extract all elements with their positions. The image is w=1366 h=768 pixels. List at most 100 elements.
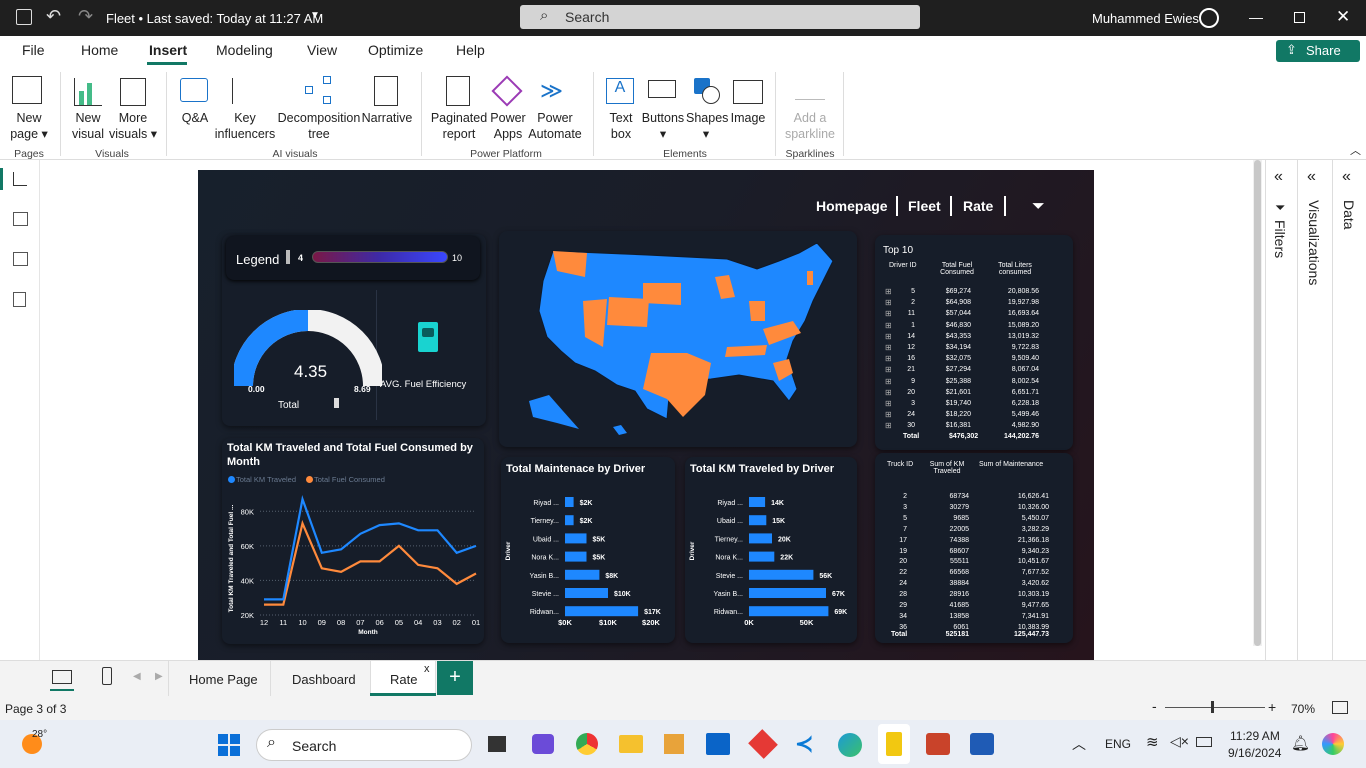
close-tab-icon[interactable]: x <box>424 663 430 675</box>
expand-row-icon[interactable]: ⊞ <box>885 377 892 386</box>
expand-filters-icon[interactable]: « <box>1274 168 1283 186</box>
table-row[interactable]: 28 28916 10,303.19 <box>875 591 1073 602</box>
tab-dashboard[interactable]: Dashboard <box>270 661 370 697</box>
expand-row-icon[interactable]: ⊞ <box>885 421 892 430</box>
restore-icon[interactable] <box>1294 12 1305 23</box>
table-row[interactable]: 7 22005 3,282.29 <box>875 526 1073 537</box>
table-row[interactable]: 24 38884 3,420.62 <box>875 580 1073 591</box>
expand-row-icon[interactable]: ⊞ <box>885 332 892 341</box>
zoom-slider[interactable] <box>1165 707 1265 708</box>
copilot-icon[interactable] <box>1322 733 1344 755</box>
table-view-icon[interactable] <box>13 212 28 226</box>
expand-row-icon[interactable]: ⊞ <box>885 343 892 352</box>
menu-optimize[interactable]: Optimize <box>368 42 423 58</box>
volume-icon[interactable]: ◁× <box>1170 733 1189 750</box>
word-icon[interactable] <box>970 733 994 755</box>
table-row[interactable]: 9 $25,388 8,002.54 ⊞ <box>875 377 1073 389</box>
search-box[interactable]: ⌕ Search <box>520 5 920 29</box>
fit-to-page-icon[interactable] <box>1332 701 1348 714</box>
notification-icon[interactable]: 🔔︎ <box>1291 734 1310 752</box>
narrative-button[interactable]: Narrative <box>360 110 414 126</box>
new-page-button[interactable]: New page ▾ <box>8 110 50 142</box>
maintenance-chart-card[interactable]: Total Maintenace by Driver Riyad ... $2K T… <box>501 457 675 643</box>
menu-insert[interactable]: Insert <box>149 42 187 58</box>
nav-fleet[interactable]: Fleet <box>908 198 941 214</box>
expand-data-icon[interactable]: « <box>1342 168 1351 186</box>
file-explorer-icon[interactable] <box>619 735 643 753</box>
zoom-slider-thumb[interactable] <box>1211 701 1214 713</box>
power-automate-button[interactable]: Power Automate <box>528 110 582 142</box>
chevron-down-icon[interactable]: ▼ <box>310 10 320 21</box>
table-row[interactable]: 16 $32,075 9,509.40 ⊞ <box>875 354 1073 366</box>
tab-home-page[interactable]: Home Page <box>168 661 270 697</box>
buttons-button[interactable]: Buttons ▾ <box>640 110 686 142</box>
task-view-icon[interactable] <box>488 736 506 752</box>
menu-view[interactable]: View <box>307 42 337 58</box>
edge-icon[interactable] <box>838 733 862 757</box>
powerpoint-icon[interactable] <box>926 733 950 755</box>
table-row[interactable]: 14 $43,353 13,019.32 ⊞ <box>875 332 1073 344</box>
teams-icon[interactable] <box>532 734 554 754</box>
vertical-scrollbar[interactable] <box>1253 160 1262 646</box>
table-row[interactable]: 21 $27,294 8,067.04 ⊞ <box>875 365 1073 377</box>
expand-visualizations-icon[interactable]: « <box>1307 168 1316 186</box>
minimize-icon[interactable]: — <box>1249 9 1263 25</box>
table-row[interactable]: 20 55511 10,451.67 <box>875 558 1073 569</box>
avatar[interactable] <box>1199 8 1219 28</box>
top10-table[interactable]: Top 10 Driver ID Total Fuel Consumed Tot… <box>875 235 1073 450</box>
expand-row-icon[interactable]: ⊞ <box>885 410 892 419</box>
power-apps-button[interactable]: Power Apps <box>488 110 528 142</box>
expand-row-icon[interactable]: ⊞ <box>885 399 892 408</box>
add-sparkline-button[interactable]: Add a sparkline <box>782 110 838 142</box>
model-view-icon[interactable] <box>13 252 28 266</box>
menu-modeling[interactable]: Modeling <box>216 42 273 58</box>
desktop-layout-icon[interactable] <box>52 670 72 684</box>
table-row[interactable]: 30 $16,381 4,982.90 ⊞ <box>875 421 1073 433</box>
visualizations-pane-label[interactable]: Visualizations <box>1306 200 1322 285</box>
table-row[interactable]: 34 13858 7,341.91 <box>875 613 1073 624</box>
power-bi-icon[interactable] <box>886 732 902 756</box>
menu-home[interactable]: Home <box>81 42 118 58</box>
table-row[interactable]: 12 $34,194 9,722.83 ⊞ <box>875 343 1073 355</box>
git-icon[interactable] <box>748 729 778 759</box>
table-row[interactable]: 29 41685 9,477.65 <box>875 602 1073 613</box>
collapse-ribbon-icon[interactable]: ︿ <box>1350 142 1361 158</box>
new-visual-button[interactable]: New visual <box>66 110 110 142</box>
filter-icon[interactable]: ⏷ <box>1032 198 1045 216</box>
table-row[interactable]: 5 9685 5,450.07 <box>875 515 1073 526</box>
table-row[interactable]: 5 $69,274 20,808.56 ⊞ <box>875 287 1073 299</box>
expand-row-icon[interactable]: ⊞ <box>885 388 892 397</box>
shapes-button[interactable]: Shapes ▾ <box>686 110 728 142</box>
expand-row-icon[interactable]: ⊞ <box>885 365 892 374</box>
table-row[interactable]: 2 68734 16,626.41 <box>875 493 1073 504</box>
expand-row-icon[interactable]: ⊞ <box>885 321 892 330</box>
tools-icon[interactable] <box>664 734 684 754</box>
expand-row-icon[interactable]: ⊞ <box>885 298 892 307</box>
report-view-icon[interactable] <box>13 172 27 186</box>
taskbar-search[interactable]: ⌕ Search <box>256 729 472 761</box>
menu-help[interactable]: Help <box>456 42 485 58</box>
table-row[interactable]: 3 $19,740 6,228.18 ⊞ <box>875 399 1073 411</box>
outlook-icon[interactable] <box>706 733 730 755</box>
table-row[interactable]: 17 74388 21,366.18 <box>875 537 1073 548</box>
image-button[interactable]: Image <box>726 110 770 126</box>
show-hidden-icons[interactable]: ︿ <box>1072 734 1086 754</box>
nav-rate[interactable]: Rate <box>963 198 993 214</box>
filters-pane-label[interactable]: Filters <box>1272 220 1288 258</box>
clock-time[interactable]: 11:29 AM <box>1230 729 1280 743</box>
add-page-button[interactable]: + <box>437 661 473 695</box>
battery-icon[interactable] <box>1196 737 1212 747</box>
clock-date[interactable]: 9/16/2024 <box>1228 746 1281 760</box>
dax-query-icon[interactable] <box>13 292 26 307</box>
document-title[interactable]: Fleet • Last saved: Today at 11:27 AM <box>106 11 323 26</box>
decomposition-tree-button[interactable]: Decomposition tree <box>276 110 362 142</box>
previous-page-icon[interactable]: ◀ <box>133 671 141 682</box>
redo-icon[interactable]: ↷ <box>78 6 93 27</box>
table-row[interactable]: 2 $64,908 19,927.98 ⊞ <box>875 298 1073 310</box>
start-icon[interactable] <box>218 734 240 756</box>
close-icon[interactable]: ✕ <box>1336 7 1350 27</box>
table-row[interactable]: 20 $21,601 6,651.71 ⊞ <box>875 388 1073 400</box>
wifi-icon[interactable]: ≋ <box>1146 733 1159 751</box>
text-box-button[interactable]: Text box <box>602 110 640 142</box>
table-row[interactable]: 3 30279 10,326.00 <box>875 504 1073 515</box>
